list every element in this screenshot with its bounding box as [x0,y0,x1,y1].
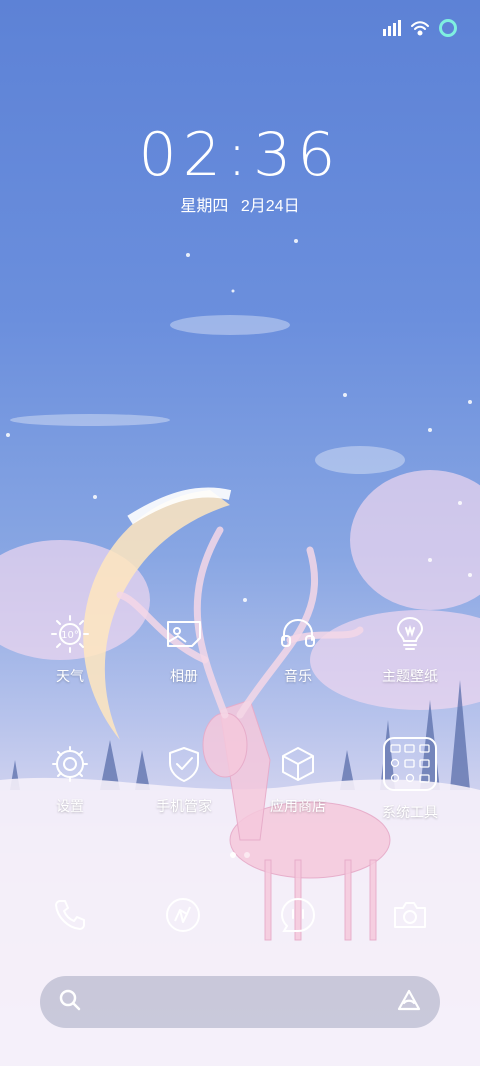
wifi-icon [410,20,430,36]
app-phone-manager[interactable]: 手机管家 [136,742,232,816]
app-label: 设置 [56,798,84,814]
weather-icon: 10° [48,612,92,656]
app-themes[interactable]: 主题壁纸 [362,612,458,686]
app-label: 主题壁纸 [382,668,438,684]
dock-messages[interactable] [276,895,320,939]
assistant-icon[interactable] [396,988,422,1017]
app-label: 应用商店 [270,798,326,814]
headphones-icon [276,612,320,656]
cube-icon [276,742,320,786]
gear-icon [48,742,92,786]
camera-icon [391,896,429,939]
dock-phone[interactable] [48,895,92,939]
app-music[interactable]: 音乐 [250,612,346,686]
gallery-icon [162,612,206,656]
dock-camera[interactable] [388,895,432,939]
search-icon[interactable] [58,988,82,1017]
lightbulb-icon [388,612,432,656]
app-settings[interactable]: 设置 [22,742,118,816]
app-label: 天气 [56,668,84,684]
app-system-tools[interactable]: 系统工具 [362,737,458,822]
app-label: 音乐 [284,668,312,684]
app-app-store[interactable]: 应用商店 [250,742,346,816]
date-text: 2月24日 [240,198,300,215]
page-dot[interactable] [244,852,250,858]
message-icon [279,896,317,939]
search-bar[interactable] [40,976,440,1028]
app-label: 手机管家 [156,798,212,814]
date[interactable]: 星期四 2月24日 [0,192,480,216]
app-weather[interactable]: 10° 天气 [22,612,118,686]
phone-icon [52,897,88,938]
signal-icon [382,20,402,36]
app-label: 相册 [170,668,198,684]
clock[interactable]: 02:36 [0,120,480,190]
page-dot-active[interactable] [230,852,236,858]
app-label: 系统工具 [382,804,438,820]
assistant-ring-icon [438,18,458,38]
status-bar [382,18,458,38]
app-gallery[interactable]: 相册 [136,612,232,686]
weekday: 星期四 [180,198,229,215]
svg-text:10°: 10° [61,630,79,641]
shield-check-icon [162,742,206,786]
folder-grid-icon [382,736,438,792]
compass-icon [164,896,202,939]
page-indicator [0,852,480,858]
dock-browser[interactable] [161,895,205,939]
